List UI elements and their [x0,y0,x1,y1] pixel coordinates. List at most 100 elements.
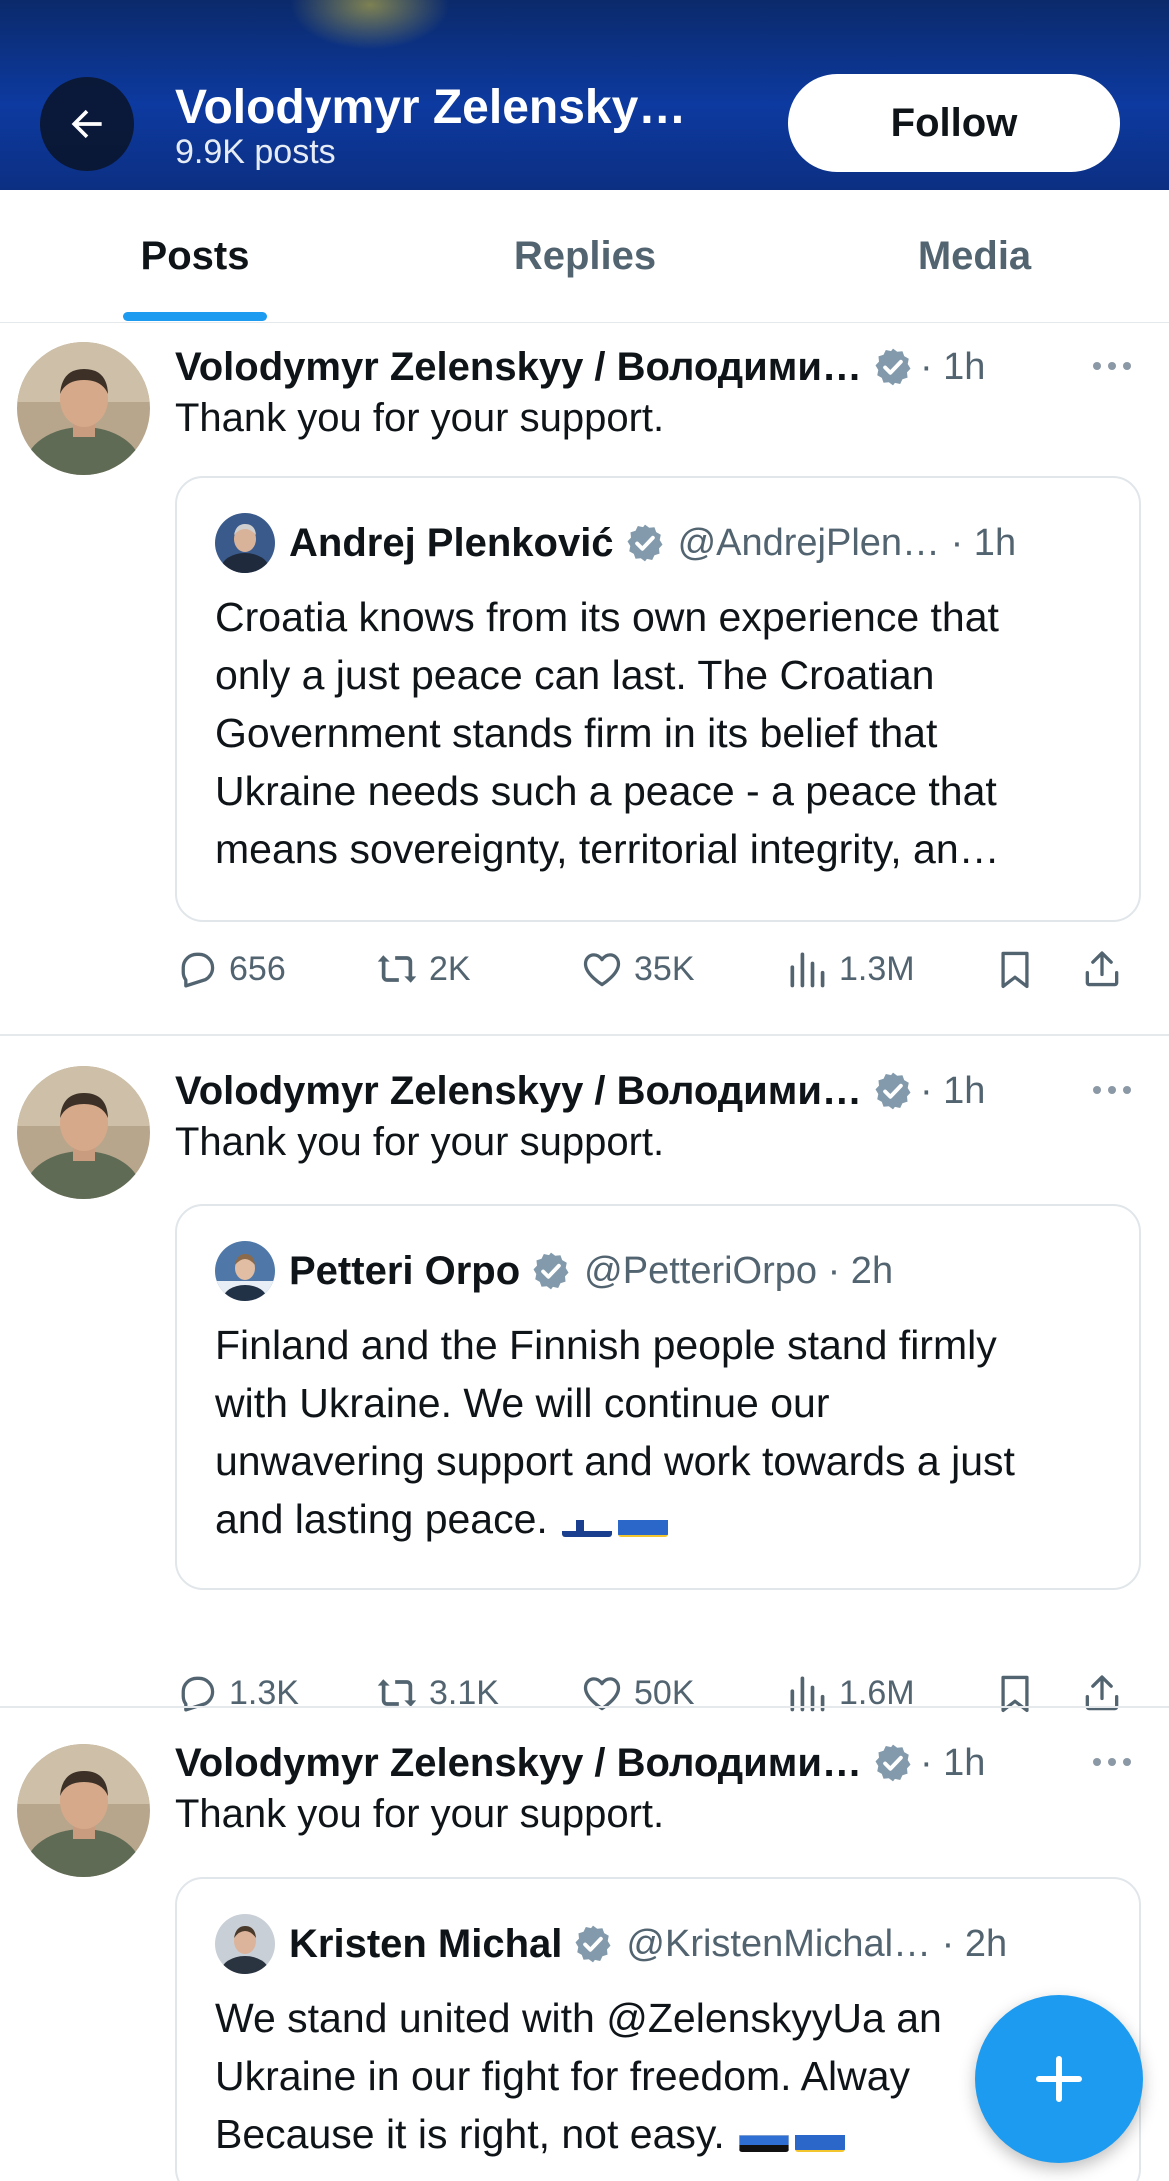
repost-icon [377,1679,417,1707]
quote-text-line: with Ukraine. We will continue our [215,1380,830,1426]
share-button[interactable] [1080,939,1124,999]
reply-icon [181,952,215,988]
reply-button[interactable]: 656 [175,939,286,999]
quote-text-line: Government stands firm in its belief tha… [215,710,938,756]
post-author-line: Volodymyr Zelenskyy / Володими… · 1h [175,342,985,392]
active-tab-indicator [123,312,267,321]
quote-text-line: and lasting peace. [215,1490,1115,1548]
heart-icon [583,1677,621,1711]
views-icon [790,1676,825,1712]
author-name[interactable]: Volodymyr Zelenskyy / Володими… [175,345,862,390]
views-button[interactable]: 1.6M [785,1663,915,1723]
post-actions-spacer [175,1151,1141,1211]
quote-handle-time: @PetteriOrpo · 2h [584,1249,894,1292]
quote-handle-time: @AndrejPlen… · 1h [677,521,1017,564]
share-icon [1085,951,1119,987]
estonia-flag-icon [738,2122,789,2153]
post-time: · 1h [919,345,986,388]
views-button[interactable]: 1.3M [785,939,915,999]
quote-text-fragment: and lasting peace. [215,1496,548,1542]
quote-author-name: Kristen Michal [289,1921,563,1966]
finland-flag-icon [561,1507,612,1538]
like-button[interactable]: 50K [580,1663,695,1723]
quote-text-line: means sovereignty, territorial integrity… [215,826,1000,872]
bookmark-button[interactable] [993,1663,1037,1723]
post-actions: 1.3K 3.1K 50K 1.6M [175,1663,1141,1723]
quote-text-line: Because it is right, not easy. [215,2105,1115,2163]
ukraine-flag-icon [794,2122,845,2153]
quote-text: Finland and the Finnish people stand fir… [215,1316,1115,1548]
post-divider [0,1706,1169,1708]
verified-badge-icon [875,1072,911,1110]
more-options-icon[interactable] [1093,360,1137,372]
avatar[interactable] [17,1744,150,1877]
like-count: 35K [634,949,695,988]
quote-text-line: We stand united with @ZelenskyyUa an [215,1995,942,2041]
verified-badge-icon [575,1925,611,1963]
views-icon [790,952,825,988]
ukraine-flag-icon [617,1507,668,1538]
verified-badge-icon [875,348,911,386]
quote-avatar [215,1914,275,1974]
quote-avatar [215,1241,275,1301]
post-author-line: Volodymyr Zelenskyy / Володими… · 1h [175,1738,985,1788]
share-button[interactable] [1080,1663,1124,1723]
reply-button[interactable]: 1.3K [175,1663,299,1723]
quote-handle-time: @KristenMichal… · 2h [626,1922,1008,1965]
repost-count: 2K [429,949,471,988]
verified-badge-icon [533,1252,569,1290]
arrow-left-icon [71,109,102,139]
post-time: · 1h [919,1741,986,1784]
bookmark-button[interactable] [993,939,1037,999]
follow-button[interactable]: Follow [788,74,1120,172]
post-author-line: Volodymyr Zelenskyy / Володими… · 1h [175,1066,985,1116]
heart-icon [583,953,621,987]
quote-text-line: Croatia knows from its own experience th… [215,594,999,640]
quote-text-fragment: Because it is right, not easy. [215,2111,725,2157]
share-icon [1085,1675,1119,1711]
verified-badge-icon [875,1744,911,1782]
quote-header: Kristen Michal @KristenMichal… · 2h [215,1914,1007,1974]
quoted-post[interactable]: Andrej Plenković @AndrejPlen… · 1h Croat… [175,476,1141,922]
repost-button[interactable]: 3.1K [375,1663,499,1723]
quote-text: Croatia knows from its own experience th… [215,588,1115,878]
tab-posts[interactable]: Posts [0,190,390,323]
quote-text-line: Finland and the Finnish people stand fir… [215,1322,997,1368]
quote-author-name: Andrej Plenković [289,520,614,565]
quote-text-line: unwavering support and work towards a ju… [215,1438,1015,1484]
post-text: Thank you for your support. [175,1792,665,1836]
back-button[interactable] [40,77,134,171]
avatar[interactable] [17,342,150,475]
view-count: 1.3M [839,949,915,988]
bookmark-icon [1001,951,1029,989]
quote-author-name: Petteri Orpo [289,1248,521,1293]
quote-avatar [215,513,275,573]
reply-icon [181,1676,215,1712]
header-banner-glow [290,0,450,50]
profile-header: Volodymyr Zelensky… 9.9K posts Follow [0,0,1169,190]
avatar[interactable] [17,1066,150,1199]
quote-header: Andrej Plenković @AndrejPlen… · 1h [215,513,1016,573]
tab-replies[interactable]: Replies [390,190,780,323]
more-options-icon[interactable] [1093,1756,1137,1768]
plus-icon [1036,2056,1082,2102]
post-time: · 1h [919,1069,986,1112]
tab-media[interactable]: Media [780,190,1169,323]
repost-button[interactable]: 2K [375,939,471,999]
author-name[interactable]: Volodymyr Zelenskyy / Володими… [175,1069,862,1114]
post-divider [0,1034,1169,1036]
post-actions: 656 2K 35K 1.3M [175,939,1141,999]
post-text: Thank you for your support. [175,396,665,440]
compose-post-button[interactable] [975,1995,1143,2163]
verified-badge-icon [627,524,663,562]
profile-name: Volodymyr Zelensky… [175,81,687,134]
like-button[interactable]: 35K [580,939,695,999]
author-name[interactable]: Volodymyr Zelenskyy / Володими… [175,1741,862,1786]
quote-text-line: Ukraine needs such a peace - a peace tha… [215,768,997,814]
more-options-icon[interactable] [1093,1084,1137,1096]
quoted-post[interactable]: Petteri Orpo @PetteriOrpo · 2h Finland a… [175,1204,1141,1590]
profile-tabs: Posts Replies Media [0,190,1169,323]
repost-icon [377,955,417,983]
quote-text-line: only a just peace can last. The Croatian [215,652,935,698]
reply-count: 656 [229,949,286,988]
